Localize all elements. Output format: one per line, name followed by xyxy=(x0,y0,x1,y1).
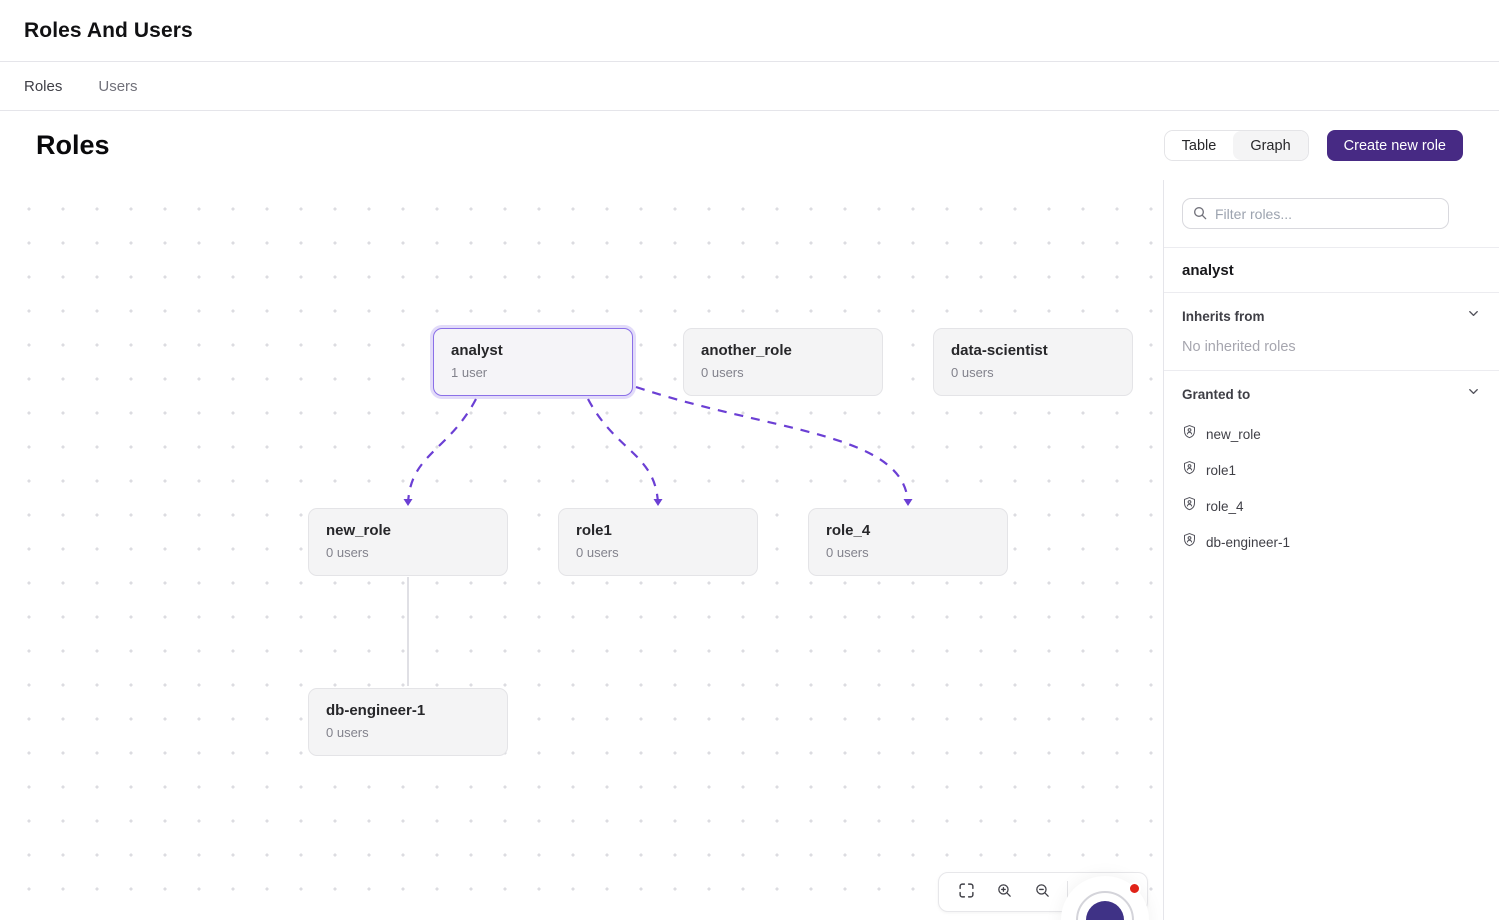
tab-users[interactable]: Users xyxy=(98,78,137,95)
edge-analyst-to-new_role xyxy=(408,399,476,504)
edge-analyst-to-role1 xyxy=(588,399,658,504)
tab-roles[interactable]: Roles xyxy=(24,78,62,95)
granted-role-label: role_4 xyxy=(1206,499,1244,514)
granted-role-item-role_4[interactable]: role_4 xyxy=(1164,488,1499,524)
role-node-label: new_role xyxy=(326,522,490,539)
granted-role-item-db-engineer-1[interactable]: db-engineer-1 xyxy=(1164,524,1499,560)
chevron-down-icon xyxy=(1466,306,1481,326)
granted-to-section-header[interactable]: Granted to xyxy=(1164,371,1499,414)
granted-role-item-new_role[interactable]: new_role xyxy=(1164,416,1499,452)
role-node-analyst[interactable]: analyst 1 user xyxy=(433,328,633,396)
role-shield-icon xyxy=(1182,496,1197,516)
main: analyst1 useranother_role0 usersdata-sci… xyxy=(0,180,1499,920)
zoom-in-icon xyxy=(996,882,1013,902)
granted-role-label: new_role xyxy=(1206,427,1261,442)
selected-role-name: analyst xyxy=(1164,248,1499,292)
role-node-label: analyst xyxy=(451,342,615,359)
filter-wrap xyxy=(1164,180,1499,247)
role-node-user-count: 0 users xyxy=(326,545,490,560)
chat-widget-icon xyxy=(1086,901,1124,920)
role-details-sidebar: analyst Inherits from No inherited roles… xyxy=(1163,180,1499,920)
granted-role-item-role1[interactable]: role1 xyxy=(1164,452,1499,488)
role-node-data-scientist[interactable]: data-scientist 0 users xyxy=(933,328,1133,396)
inherits-from-section-header[interactable]: Inherits from xyxy=(1164,293,1499,336)
fit-view-icon xyxy=(958,882,975,902)
role-node-user-count: 0 users xyxy=(701,365,865,380)
granted-role-label: role1 xyxy=(1206,463,1236,478)
zoom-in-button[interactable] xyxy=(985,877,1023,907)
zoom-out-button[interactable] xyxy=(1023,877,1061,907)
role-node-role1[interactable]: role1 0 users xyxy=(558,508,758,576)
role-node-label: role1 xyxy=(576,522,740,539)
edge-analyst-to-role_4 xyxy=(636,387,908,504)
role-node-label: another_role xyxy=(701,342,865,359)
app-title: Roles And Users xyxy=(24,19,193,43)
granted-to-list: new_role role1 role_4 db-engineer-1 xyxy=(1164,414,1499,570)
edge-arrowhead xyxy=(404,499,413,506)
chat-widget-ring xyxy=(1076,891,1134,920)
role-node-db-engineer-1[interactable]: db-engineer-1 0 users xyxy=(308,688,508,756)
view-toggle-graph[interactable]: Graph xyxy=(1233,131,1307,160)
role-node-user-count: 0 users xyxy=(951,365,1115,380)
role-node-role_4[interactable]: role_4 0 users xyxy=(808,508,1008,576)
fit-view-button[interactable] xyxy=(947,877,985,907)
content-header: Roles Table Graph Create new role xyxy=(0,111,1499,180)
notification-badge xyxy=(1128,882,1141,895)
search-icon xyxy=(1192,205,1208,226)
chevron-down-icon xyxy=(1466,384,1481,404)
role-node-user-count: 0 users xyxy=(326,725,490,740)
roles-graph-canvas[interactable]: analyst1 useranother_role0 usersdata-sci… xyxy=(0,180,1163,920)
view-toggle-table[interactable]: Table xyxy=(1165,131,1234,160)
role-node-another_role[interactable]: another_role 0 users xyxy=(683,328,883,396)
no-inherited-roles-text: No inherited roles xyxy=(1164,336,1499,370)
edge-arrowhead xyxy=(654,499,663,506)
view-toggle: Table Graph xyxy=(1164,130,1309,161)
role-shield-icon xyxy=(1182,532,1197,552)
header-actions: Table Graph Create new role xyxy=(1164,130,1463,161)
role-node-user-count: 1 user xyxy=(451,365,615,380)
role-node-label: db-engineer-1 xyxy=(326,702,490,719)
filter-roles-input[interactable] xyxy=(1182,198,1449,229)
granted-to-label: Granted to xyxy=(1182,387,1250,402)
page-title: Roles xyxy=(36,130,110,161)
role-node-label: role_4 xyxy=(826,522,990,539)
granted-role-label: db-engineer-1 xyxy=(1206,535,1290,550)
edge-arrowhead xyxy=(904,499,913,506)
app-header: Roles And Users xyxy=(0,0,1499,62)
role-node-label: data-scientist xyxy=(951,342,1115,359)
inherits-from-label: Inherits from xyxy=(1182,309,1265,324)
create-new-role-button[interactable]: Create new role xyxy=(1327,130,1463,161)
role-node-new_role[interactable]: new_role 0 users xyxy=(308,508,508,576)
role-node-user-count: 0 users xyxy=(826,545,990,560)
role-node-user-count: 0 users xyxy=(576,545,740,560)
zoom-out-icon xyxy=(1034,882,1051,902)
role-shield-icon xyxy=(1182,460,1197,480)
filter-box xyxy=(1182,198,1481,229)
role-shield-icon xyxy=(1182,424,1197,444)
tab-bar: Roles Users xyxy=(0,62,1499,111)
